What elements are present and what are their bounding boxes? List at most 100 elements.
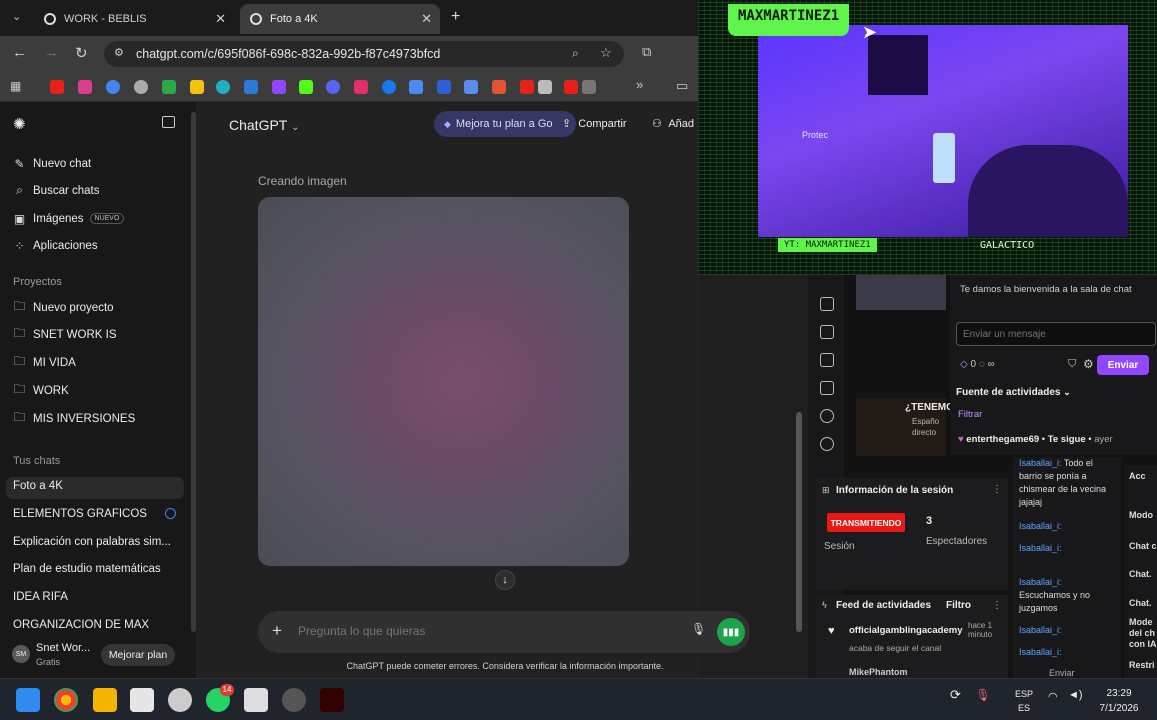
chat-send-button[interactable]: Enviar [1097, 355, 1149, 375]
docs-bookmark-icon[interactable] [409, 80, 423, 94]
sidebar-item-images[interactable]: ▣ Imágenes NUEVO [13, 212, 125, 226]
main-scrollbar[interactable] [796, 412, 802, 632]
sidebar-item-apps[interactable]: ⁘ Aplicaciones [13, 239, 97, 253]
share-button[interactable]: ⇪ Compartir [562, 117, 627, 130]
network-sync-icon[interactable]: ⟳ [950, 687, 961, 702]
file-explorer-icon[interactable] [93, 688, 117, 712]
chat-item-active[interactable]: Foto a 4K [13, 480, 63, 492]
youtube-bookmark-icon[interactable] [50, 80, 64, 94]
media-icon[interactable] [820, 353, 834, 367]
model-selector[interactable]: ChatGPT ⌄ [229, 117, 299, 133]
settings-icon[interactable] [820, 409, 834, 423]
folder-icon[interactable]: ▭ [676, 78, 688, 94]
close-icon[interactable]: ✕ [215, 11, 226, 27]
bookmark-u-icon[interactable] [437, 80, 451, 94]
follower-name[interactable]: enterthegame69 [966, 434, 1039, 445]
instagram-bookmark-icon[interactable] [354, 80, 368, 94]
edit-icon[interactable] [820, 381, 834, 395]
setting-item[interactable]: Chat c [1129, 541, 1157, 551]
setting-item[interactable]: Chat. [1129, 598, 1152, 608]
sidebar-toggle-icon[interactable] [162, 116, 175, 128]
google-bookmark-icon[interactable] [106, 80, 120, 94]
openai-logo-icon[interactable]: ✺ [13, 115, 26, 133]
bookmark-chart-icon[interactable] [492, 80, 506, 94]
setting-item[interactable]: Restri [1129, 660, 1155, 670]
tab-foto-4k[interactable]: Foto a 4K ✕ [240, 4, 440, 34]
chat-send-button[interactable]: Enviar [1049, 668, 1075, 678]
bookmark-f-icon[interactable] [464, 80, 478, 94]
chat-item[interactable]: ORGANIZACION DE MAX [13, 619, 149, 631]
setting-item[interactable]: Chat. [1129, 569, 1152, 579]
filter-link[interactable]: Filtrar [958, 409, 982, 420]
chat-message-input[interactable] [956, 322, 1156, 346]
site-info-icon[interactable]: ⚙ [114, 46, 124, 59]
meta-bookmark-icon[interactable] [244, 80, 258, 94]
user-account-row[interactable]: SM Snet Wor... Gratis Mejorar plan [0, 637, 196, 677]
drive-bookmark-icon[interactable] [162, 80, 176, 94]
chat-username[interactable]: Isaballai_i: [1019, 521, 1062, 531]
twitch-bookmark-icon[interactable] [272, 80, 286, 94]
sidebar-item-project[interactable]: 🗀 SNET WORK IS [13, 326, 116, 341]
sidebar-item-new-project[interactable]: 🗀 Nuevo proyecto [13, 299, 113, 314]
chat-username[interactable]: Isaballai_i: [1019, 458, 1062, 468]
windows-start-icon[interactable] [16, 688, 40, 712]
youtube-bookmark-icon[interactable] [520, 80, 534, 94]
setting-item[interactable]: Mode del ch con IA [1129, 617, 1157, 650]
add-people-button[interactable]: ⚇ Añad [652, 117, 694, 130]
canva-bookmark-icon[interactable] [216, 80, 230, 94]
gear-icon[interactable]: ⚙ [1083, 357, 1094, 371]
facebook-bookmark-icon[interactable] [382, 80, 396, 94]
sidebar-item-project[interactable]: 🗀 MIS INVERSIONES [13, 410, 135, 425]
microphone-icon[interactable]: 🎙 [975, 688, 990, 702]
chat-item[interactable]: Plan de estudio matemáticas [13, 563, 161, 575]
sidebar-item-project[interactable]: 🗀 MI VIDA [13, 354, 75, 369]
bookmark-amp-icon[interactable] [582, 80, 596, 94]
chat-item[interactable]: Explicación con palabras sim... [13, 536, 171, 548]
sidebar-item-project[interactable]: 🗀 WORK [13, 382, 68, 397]
new-tab-plus-icon[interactable]: + [451, 8, 460, 26]
tab-search-chevron-icon[interactable]: ⌄ [12, 10, 21, 23]
stream-preview-thumbnail[interactable] [856, 275, 946, 310]
taskbar-clock[interactable]: 23:29 7/1/2026 [1094, 686, 1144, 716]
voice-mode-button[interactable]: ▮▮▮ [717, 618, 745, 646]
kick-bookmark-icon[interactable] [299, 80, 313, 94]
chat-username[interactable]: Isaballai_i: [1019, 625, 1062, 635]
more-bookmarks-icon[interactable]: » [636, 77, 643, 92]
chat-item[interactable]: IDEA RIFA [13, 591, 68, 603]
chat-username[interactable]: Isaballai_i: [1019, 577, 1062, 587]
system-tray[interactable]: ⟳ 🎙 [950, 687, 991, 703]
setting-item[interactable]: Modo [1129, 510, 1153, 520]
gmail-bookmark-icon[interactable] [78, 80, 92, 94]
dashboard-icon[interactable] [820, 297, 834, 311]
volume-icon[interactable]: ◄) [1068, 689, 1083, 701]
keep-bookmark-icon[interactable] [190, 80, 204, 94]
back-arrow-icon[interactable]: ← [12, 44, 27, 61]
feed-event-user[interactable]: MikePhantom [849, 667, 908, 677]
sidebar-item-search-chats[interactable]: ⌕ Buscar chats [13, 183, 99, 197]
chat-item[interactable]: ELEMENTOS GRAFICOS [13, 508, 183, 520]
clock-app-icon[interactable] [168, 688, 192, 712]
scroll-down-arrow-icon[interactable]: ↓ [495, 570, 515, 590]
more-vert-icon[interactable]: ⋮ [992, 600, 1002, 611]
plus-icon[interactable]: + [272, 621, 282, 641]
reload-icon[interactable]: ↻ [75, 44, 88, 62]
chatgpt-bookmark-icon[interactable] [134, 80, 148, 94]
layout-icon[interactable] [820, 325, 834, 339]
chat-username[interactable]: Isaballai_i: [1019, 543, 1062, 553]
calculator-icon[interactable] [244, 688, 268, 712]
zoom-icon[interactable]: ⌕ [572, 46, 579, 61]
omnibox[interactable]: ⚙ chatgpt.com/c/695f086f-698c-832a-992b-… [104, 41, 624, 67]
forward-arrow-icon[interactable]: → [44, 44, 59, 61]
close-icon[interactable]: ✕ [421, 11, 432, 27]
url-text[interactable]: chatgpt.com/c/695f086f-698c-832a-992b-f8… [136, 47, 440, 61]
wifi-icon[interactable]: ◠ [1048, 690, 1058, 703]
channel-points[interactable]: ◇ 0 ◌ ∞ [960, 359, 995, 370]
youtube-bookmark-icon[interactable] [564, 80, 578, 94]
discord-bookmark-icon[interactable] [326, 80, 340, 94]
more-vert-icon[interactable]: ⋮ [992, 484, 1002, 495]
apps-grid-icon[interactable]: ▦ [10, 79, 21, 93]
extensions-icon[interactable]: ⧉ [642, 44, 651, 60]
input-language[interactable]: ESP ES [1015, 687, 1033, 715]
feed-event-user[interactable]: officialgamblingacademy [849, 625, 963, 636]
prompt-input[interactable] [298, 624, 658, 638]
